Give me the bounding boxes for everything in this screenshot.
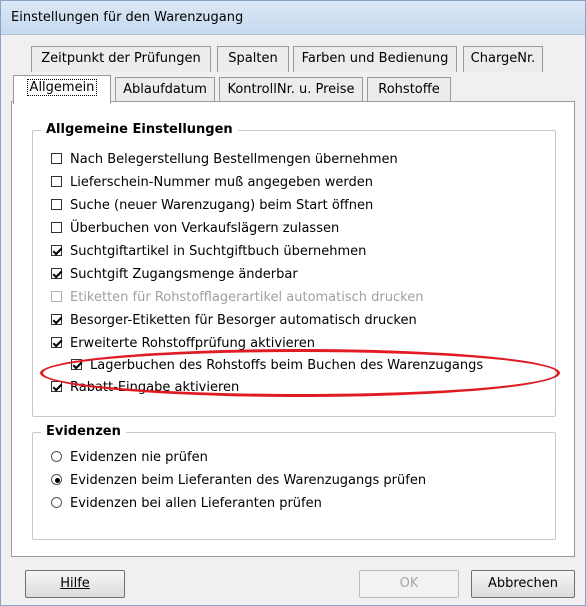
tab-farben-und-bedienung[interactable]: Farben und Bedienung — [293, 46, 457, 72]
option-rohstoff-etiketten: Etiketten für Rohstofflagerartikel autom… — [51, 289, 423, 309]
tab-spalten[interactable]: Spalten — [217, 46, 289, 72]
option-bestellmengen-uebernehmen[interactable]: Nach Belegerstellung Bestellmengen übern… — [51, 151, 398, 171]
option-suchtgift-zugangsmenge[interactable]: Suchtgift Zugangsmenge änderbar — [51, 266, 298, 286]
option-lagerbuchen-rohstoff[interactable]: Lagerbuchen des Rohstoffs beim Buchen de… — [71, 357, 483, 377]
window-title: Einstellungen für den Warenzugang — [11, 10, 244, 25]
radio-evidenzen-nie[interactable]: Evidenzen nie prüfen — [51, 449, 208, 469]
radio-evidenzen-alle[interactable]: Evidenzen bei allen Lieferanten prüfen — [51, 495, 322, 515]
option-ueberbuchen-verkaufslaeger[interactable]: Überbuchen von Verkaufslägern zulassen — [51, 220, 339, 240]
option-besorger-etiketten[interactable]: Besorger-Etiketten für Besorger automati… — [51, 312, 417, 332]
radio-button[interactable] — [51, 497, 62, 508]
settings-dialog: Einstellungen für den Warenzugang Zeitpu… — [0, 0, 586, 606]
tab-allgemein[interactable]: Allgemein — [13, 75, 111, 104]
checkbox-checked[interactable] — [51, 245, 62, 256]
radio-evidenzen-lieferant[interactable]: Evidenzen beim Lieferanten des Warenzuga… — [51, 472, 426, 492]
checkbox[interactable] — [51, 222, 62, 233]
option-lieferschein-nummer[interactable]: Lieferschein-Nummer muß angegeben werden — [51, 174, 373, 194]
checkbox[interactable] — [51, 199, 62, 210]
radio-button-selected[interactable] — [51, 474, 62, 485]
title-bar: Einstellungen für den Warenzugang — [1, 1, 585, 35]
checkbox-checked[interactable] — [51, 268, 62, 279]
tab-panel-allgemein: Allgemeine Einstellungen Nach Belegerste… — [11, 101, 575, 557]
option-suchtgiftbuch[interactable]: Suchtgiftartikel in Suchtgiftbuch überne… — [51, 243, 366, 263]
checkbox-checked[interactable] — [51, 381, 62, 392]
evidence-group: Evidenzen Evidenzen nie prüfen Evidenzen… — [32, 424, 556, 540]
checkbox-checked[interactable] — [51, 314, 62, 325]
tab-chargenr[interactable]: ChargeNr. — [463, 46, 543, 72]
general-settings-group: Allgemeine Einstellungen Nach Belegerste… — [32, 122, 556, 417]
cancel-button[interactable]: Abbrechen — [471, 570, 575, 598]
checkbox[interactable] — [51, 176, 62, 187]
checkbox-checked[interactable] — [71, 359, 82, 370]
checkbox-checked[interactable] — [51, 337, 62, 348]
option-suche-beim-start[interactable]: Suche (neuer Warenzugang) beim Start öff… — [51, 197, 373, 217]
general-settings-legend: Allgemeine Einstellungen — [41, 122, 238, 137]
tab-kontrollnr-u-preise[interactable]: KontrollNr. u. Preise — [219, 77, 363, 101]
tab-ablaufdatum[interactable]: Ablaufdatum — [115, 77, 215, 101]
evidence-legend: Evidenzen — [41, 424, 126, 439]
tab-rohstoffe[interactable]: Rohstoffe — [367, 77, 451, 101]
radio-button[interactable] — [51, 451, 62, 462]
tab-zeitpunkt-der-pruefungen[interactable]: Zeitpunkt der Prüfungen — [31, 46, 211, 72]
help-button[interactable]: Hilfe — [25, 570, 125, 598]
option-rabatt-eingabe[interactable]: Rabatt-Eingabe aktivieren — [51, 379, 239, 399]
checkbox[interactable] — [51, 153, 62, 164]
ok-button[interactable]: OK — [359, 570, 459, 598]
checkbox-disabled — [51, 291, 62, 302]
option-erweiterte-rohstoffpruefung[interactable]: Erweiterte Rohstoffprüfung aktivieren — [51, 335, 315, 355]
